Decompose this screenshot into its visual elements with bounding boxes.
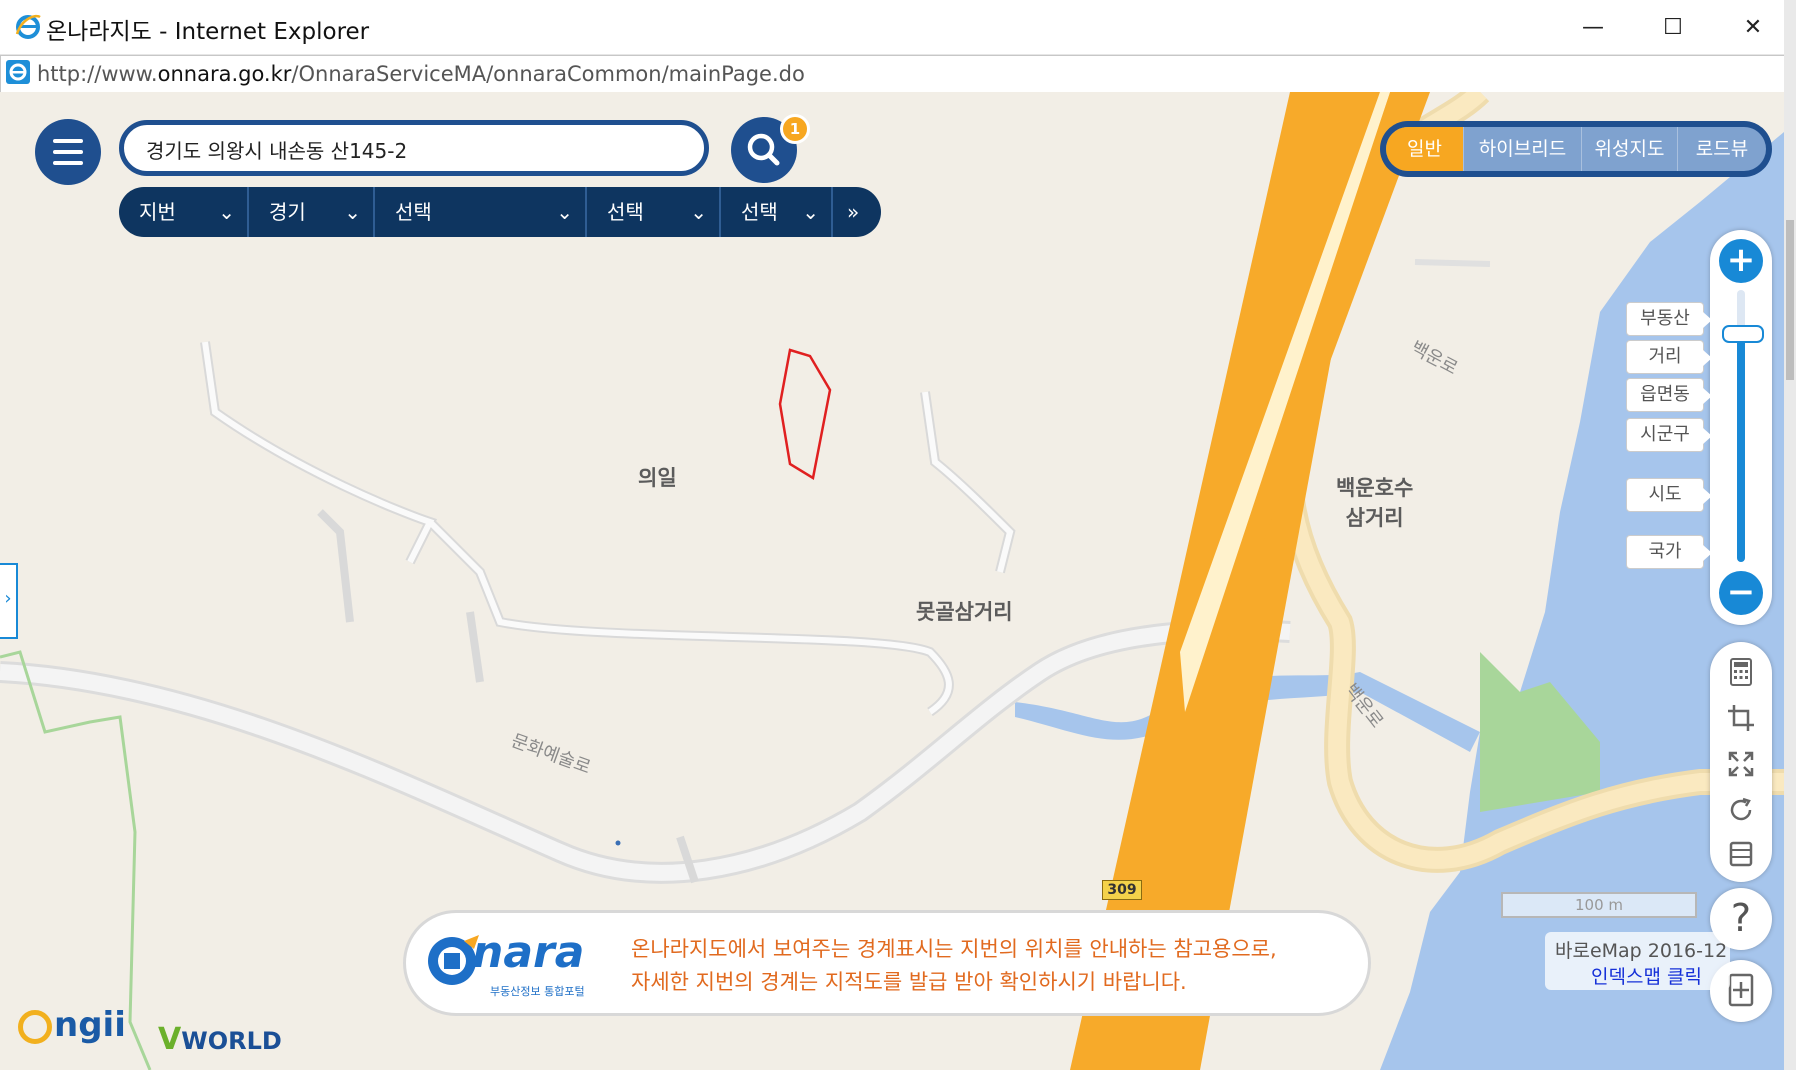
fullscreen-icon[interactable] (1726, 749, 1756, 779)
result-count-badge: 1 (780, 114, 810, 144)
map-type-satellite[interactable]: 위성지도 (1582, 127, 1678, 171)
chevron-down-icon: ⌄ (218, 200, 235, 224)
zoom-level-district[interactable]: 시군구 (1626, 418, 1712, 452)
crop-icon[interactable] (1726, 703, 1756, 733)
menu-icon (53, 139, 83, 143)
zoom-in-button[interactable]: + (1719, 239, 1763, 283)
selector-province[interactable]: 경기 ⌄ (249, 187, 375, 237)
chevron-down-icon: ⌄ (690, 200, 707, 224)
zoom-level-country[interactable]: 국가 (1626, 535, 1712, 569)
chevron-down-icon: ⌄ (802, 200, 819, 224)
window-scrollbar[interactable] (1784, 0, 1796, 1070)
page-ie-icon (6, 60, 30, 84)
ngii-logo: ngii (18, 1005, 126, 1045)
vworld-logo: VWORLD (158, 1022, 282, 1057)
maximize-button[interactable]: ☐ (1633, 0, 1713, 54)
selector-village[interactable]: 선택 ⌄ (721, 187, 833, 237)
chevron-down-icon: ⌄ (556, 200, 573, 224)
close-button[interactable]: ✕ (1713, 0, 1793, 54)
map-scale-bar: 100 m (1501, 892, 1697, 918)
minimize-button[interactable]: — (1553, 0, 1633, 54)
zoom-level-town[interactable]: 읍면동 (1626, 378, 1712, 412)
search-input[interactable] (144, 133, 688, 165)
zoom-level-street[interactable]: 거리 (1626, 340, 1712, 374)
window-title: 온나라지도 - Internet Explorer (46, 19, 370, 45)
url-text[interactable]: http://www.onnara.go.kr/OnnaraServiceMA/… (37, 62, 805, 86)
map-label-intersection: 못골삼거리 (916, 600, 1013, 624)
zoom-control: + − (1710, 230, 1772, 625)
route-shield: 309 (1102, 880, 1142, 900)
map-type-roadview[interactable]: 로드뷰 (1678, 127, 1766, 171)
address-selector-bar: 지번 ⌄ 경기 ⌄ 선택 ⌄ 선택 ⌄ 선택 ⌄ » (119, 187, 881, 237)
map-canvas[interactable]: 의일 못골삼거리 백운호수 삼거리 백운로 백운로 문화예술로 309 › 1 … (0, 92, 1784, 1070)
map-version-text: 바로eMap 2016-12 (1555, 940, 1728, 962)
index-map-info[interactable]: 바로eMap 2016-12 인덱스맵 클릭 (1545, 932, 1730, 990)
zoom-level-property[interactable]: 부동산 (1626, 302, 1712, 336)
map-type-hybrid[interactable]: 하이브리드 (1464, 127, 1582, 171)
menu-button[interactable] (35, 119, 101, 185)
chevron-down-icon: ⌄ (344, 200, 361, 224)
map-label-intersection-2: 백운호수 삼거리 (1336, 476, 1414, 530)
selector-city[interactable]: 선택 ⌄ (375, 187, 587, 237)
expand-selectors-button[interactable]: » (833, 187, 881, 237)
side-panel-toggle[interactable]: › (0, 563, 18, 639)
layers-icon[interactable] (1726, 839, 1756, 869)
scrollbar-thumb[interactable] (1786, 220, 1794, 380)
map-type-switcher: 일반 하이브리드 위성지도 로드뷰 (1380, 121, 1772, 177)
index-map-link[interactable]: 인덱스맵 클릭 (1591, 962, 1702, 989)
notice-message: 온나라지도에서 보여주는 경계표시는 지번의 위치를 안내하는 참고용으로, 자… (631, 937, 1277, 994)
search-box (119, 120, 709, 176)
selector-type[interactable]: 지번 ⌄ (119, 187, 249, 237)
parcel-outline (778, 348, 832, 481)
internet-explorer-icon (15, 14, 41, 39)
map-label-place: 의일 (638, 466, 677, 490)
map-tools (1710, 642, 1772, 882)
zoom-slider-handle[interactable] (1722, 325, 1764, 343)
boundary-notice: nara 부동산정보 통합포털 온나라지도에서 보여주는 경계표시는 지번의 위… (403, 910, 1371, 1016)
calculator-icon[interactable] (1726, 657, 1756, 687)
zoom-level-province[interactable]: 시도 (1626, 478, 1712, 512)
window-titlebar: 온나라지도 - Internet Explorer — ☐ ✕ (0, 0, 1796, 55)
selector-town[interactable]: 선택 ⌄ (587, 187, 721, 237)
map-type-normal[interactable]: 일반 (1386, 127, 1464, 171)
double-chevron-down-icon: » (847, 200, 860, 224)
address-bar[interactable]: http://www.onnara.go.kr/OnnaraServiceMA/… (0, 55, 1786, 93)
zoom-out-button[interactable]: − (1719, 571, 1763, 615)
onnara-logo: nara 부동산정보 통합포털 (424, 925, 599, 1001)
refresh-icon[interactable] (1726, 795, 1756, 825)
